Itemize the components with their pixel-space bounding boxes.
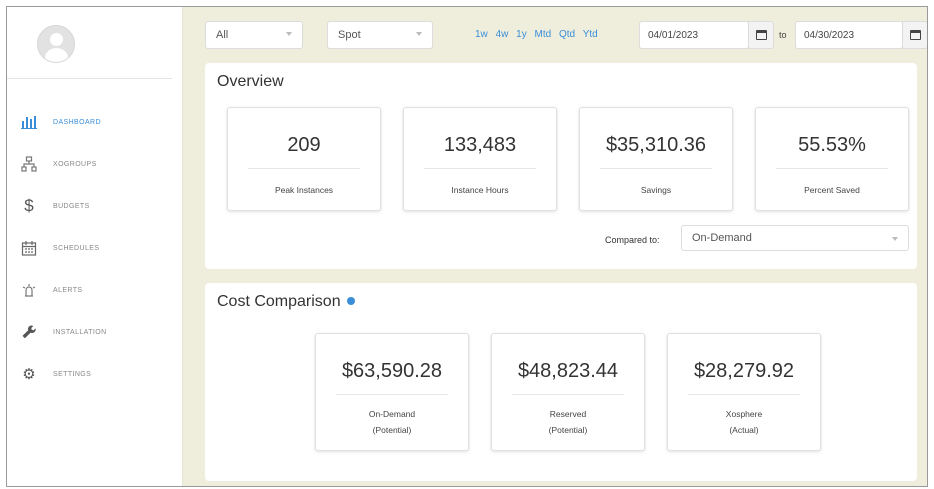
chevron-down-icon [892,237,898,241]
bar-chart-icon [19,112,39,132]
avatar[interactable] [37,25,75,63]
avatar-area [7,7,172,79]
card-value: 55.53% [798,134,866,156]
quick-range-4w[interactable]: 4w [496,29,509,40]
compared-to-value: On-Demand [692,232,752,244]
instance-type-select[interactable]: Spot [327,21,433,49]
card-caption: Savings [640,185,672,195]
overview-panel: Overview 209 Peak Instances 133,483 Inst… [205,63,917,269]
sidebar-item-label: Budgets [53,202,90,210]
card-divider [688,394,800,395]
start-date-calendar-button[interactable] [748,21,774,49]
card-divider [336,394,448,395]
sidebar-item-label: Settings [53,370,92,378]
chevron-down-icon [416,32,422,36]
card-value: 209 [287,134,321,156]
card-divider [248,168,360,169]
wrench-icon [19,322,39,342]
cost-comparison-panel: Cost Comparison $63,590.28 On-Demand (Po… [205,283,917,481]
quick-range-1y[interactable]: 1y [516,29,527,40]
sitemap-icon [19,154,39,174]
cost-card: $63,590.28 On-Demand (Potential) [315,333,469,451]
card-caption: Percent Saved [804,185,860,195]
calendar-icon [19,238,39,258]
card-value: $28,279.92 [693,360,795,382]
quick-range-qtd[interactable]: Qtd [559,29,575,40]
main-content: All Spot 1w 4w 1y Mtd Qtd Ytd 04/01/2023 [191,7,927,486]
overview-card: 209 Peak Instances [227,107,381,211]
end-date-input[interactable]: 04/30/2023 [795,21,903,49]
cost-comparison-title: Cost Comparison [217,293,355,311]
compared-to-label: Compared to: [605,235,660,245]
cost-comparison-title-text: Cost Comparison [217,293,341,310]
card-value: 133,483 [443,134,517,156]
card-caption-sub: (Potential) [548,425,588,435]
end-date-calendar-button[interactable] [902,21,927,49]
card-divider [600,168,712,169]
card-caption-sub: (Actual) [729,425,759,435]
filter-bar: All Spot 1w 4w 1y Mtd Qtd Ytd 04/01/2023 [205,21,927,51]
avatar-head [50,33,63,46]
sidebar-item-dashboard[interactable]: Dashboard [7,101,182,143]
quick-range-1w[interactable]: 1w [475,29,488,40]
sidebar-item-schedules[interactable]: Schedules [7,227,182,269]
alert-icon [19,280,39,300]
sidebar-item-label: Installation [53,328,107,336]
cost-card: $28,279.92 Xosphere (Actual) [667,333,821,451]
card-value: $48,823.44 [517,360,619,382]
quick-range-links: 1w 4w 1y Mtd Qtd Ytd [475,29,603,40]
sidebar-item-budgets[interactable]: $ Budgets [7,185,182,227]
card-divider [776,168,888,169]
avatar-body [45,48,68,62]
sidebar-item-label: Schedules [53,244,100,252]
scope-select[interactable]: All [205,21,303,49]
compared-to-select[interactable]: On-Demand [681,225,909,251]
instance-type-select-value: Spot [338,29,361,41]
card-caption: Peak Instances [274,185,334,195]
sidebar-item-alerts[interactable]: Alerts [7,269,182,311]
app-frame: Dashboard XoGroups $ Budgets Schedules [6,6,928,487]
sidebar-nav: Dashboard XoGroups $ Budgets Schedules [7,101,182,395]
sidebar: Dashboard XoGroups $ Budgets Schedules [7,7,183,486]
card-caption: On-Demand [368,409,416,419]
end-date-value: 04/30/2023 [804,30,855,41]
gear-icon: ⚙ [22,366,36,383]
card-caption-sub: (Potential) [372,425,412,435]
quick-range-ytd[interactable]: Ytd [583,29,598,40]
card-caption: Reserved [549,409,587,419]
info-icon[interactable] [346,296,355,305]
card-caption: Xosphere [725,409,763,419]
scope-select-value: All [216,29,229,41]
card-divider [424,168,536,169]
sidebar-item-xogroups[interactable]: XoGroups [7,143,182,185]
calendar-icon [755,30,767,40]
sidebar-item-label: Dashboard [53,118,101,126]
date-range-to-label: to [779,30,787,40]
sidebar-item-label: XoGroups [53,160,97,168]
overview-card: $35,310.36 Savings [579,107,733,211]
dollar-icon: $ [24,196,34,215]
quick-range-mtd[interactable]: Mtd [535,29,552,40]
sidebar-item-settings[interactable]: ⚙ Settings [7,353,182,395]
start-date-input[interactable]: 04/01/2023 [639,21,749,49]
card-value: $35,310.36 [605,134,707,156]
card-divider [512,394,624,395]
overview-card: 55.53% Percent Saved [755,107,909,211]
start-date-value: 04/01/2023 [648,30,699,41]
sidebar-item-label: Alerts [53,286,83,294]
cost-card: $48,823.44 Reserved (Potential) [491,333,645,451]
card-value: $63,590.28 [341,360,443,382]
card-caption: Instance Hours [451,185,509,195]
overview-card: 133,483 Instance Hours [403,107,557,211]
overview-title: Overview [217,73,284,90]
sidebar-item-installation[interactable]: Installation [7,311,182,353]
chevron-down-icon [286,32,292,36]
calendar-icon [909,30,921,40]
